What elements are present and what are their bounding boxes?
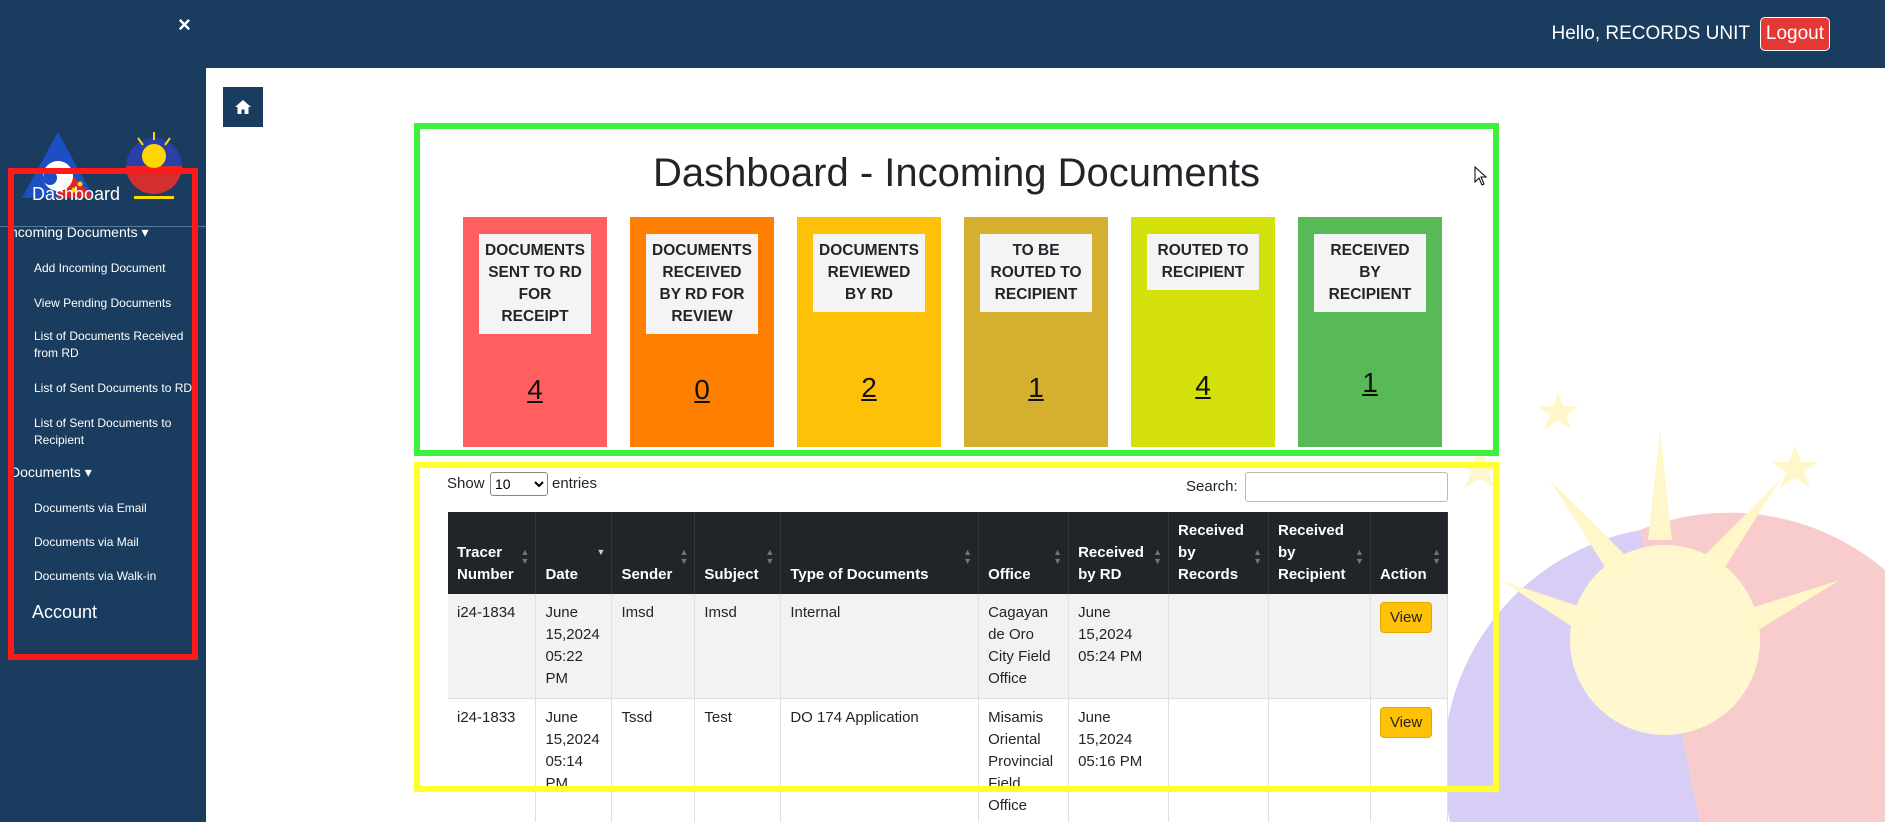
mouse-cursor-icon [1474,166,1488,186]
background-sun-emblem [1443,392,1885,822]
card-label: DOCUMENTS RECEIVED BY RD FOR REVIEW [646,234,758,334]
sidebar-item-documents-via-email[interactable]: Documents via Email [34,500,192,517]
sidebar-nav: Dashboard ncoming Documents ▾ Add Incomi… [8,168,198,660]
user-greeting: Hello, RECORDS UNIT [1551,23,1750,44]
dashboard-panel: Dashboard - Incoming Documents DOCUMENTS… [414,123,1499,456]
sidebar-item-documents-via-walk-in[interactable]: Documents via Walk-in [34,568,192,585]
card-to-be-routed: TO BE ROUTED TO RECIPIENT 1 [964,217,1108,447]
sidebar-group-documents[interactable]: Documents ▾ [14,464,92,481]
sidebar-item-account[interactable]: Account [32,602,97,623]
documents-table-panel [414,462,1499,792]
card-count[interactable]: 4 [1131,370,1275,402]
card-reviewed-by-rd: DOCUMENTS REVIEWED BY RD 2 [797,217,941,447]
card-sent-to-rd: DOCUMENTS SENT TO RD FOR RECEIPT 4 [463,217,607,447]
card-count[interactable]: 1 [964,372,1108,404]
sidebar-item-add-incoming-document[interactable]: Add Incoming Document [34,260,192,277]
card-label: ROUTED TO RECIPIENT [1147,234,1259,290]
sidebar-item-dashboard[interactable]: Dashboard [32,184,120,205]
card-count[interactable]: 1 [1298,367,1442,399]
card-routed-to-recipient: ROUTED TO RECIPIENT 4 [1131,217,1275,447]
page-title: Dashboard - Incoming Documents [653,151,1260,195]
card-label: DOCUMENTS SENT TO RD FOR RECEIPT [479,234,591,334]
sidebar-item-documents-received-from-rd[interactable]: List of Documents Received from RD [34,328,192,362]
close-sidebar-icon[interactable]: × [178,14,191,36]
card-label: TO BE ROUTED TO RECIPIENT [980,234,1092,312]
sidebar-item-documents-via-mail[interactable]: Documents via Mail [34,534,192,551]
card-received-by-rd: DOCUMENTS RECEIVED BY RD FOR REVIEW 0 [630,217,774,447]
card-label: DOCUMENTS REVIEWED BY RD [813,234,925,312]
card-count[interactable]: 2 [797,372,941,404]
card-count[interactable]: 0 [630,374,774,406]
sidebar-item-sent-documents-to-recipient[interactable]: List of Sent Documents to Recipient [34,415,192,449]
home-icon [235,100,251,114]
logout-button[interactable]: Logout [1759,17,1830,51]
card-count[interactable]: 4 [463,374,607,406]
sidebar-item-sent-documents-to-rd[interactable]: List of Sent Documents to RD [34,380,192,397]
sidebar-item-view-pending-documents[interactable]: View Pending Documents [34,295,192,312]
card-received-by-recipient: RECEIVED BY RECIPIENT 1 [1298,217,1442,447]
home-button[interactable] [223,87,263,127]
sidebar-group-incoming-documents[interactable]: ncoming Documents ▾ [14,224,149,241]
card-label: RECEIVED BY RECIPIENT [1314,234,1426,312]
top-bar: × Hello, RECORDS UNIT Logout [0,0,1885,68]
